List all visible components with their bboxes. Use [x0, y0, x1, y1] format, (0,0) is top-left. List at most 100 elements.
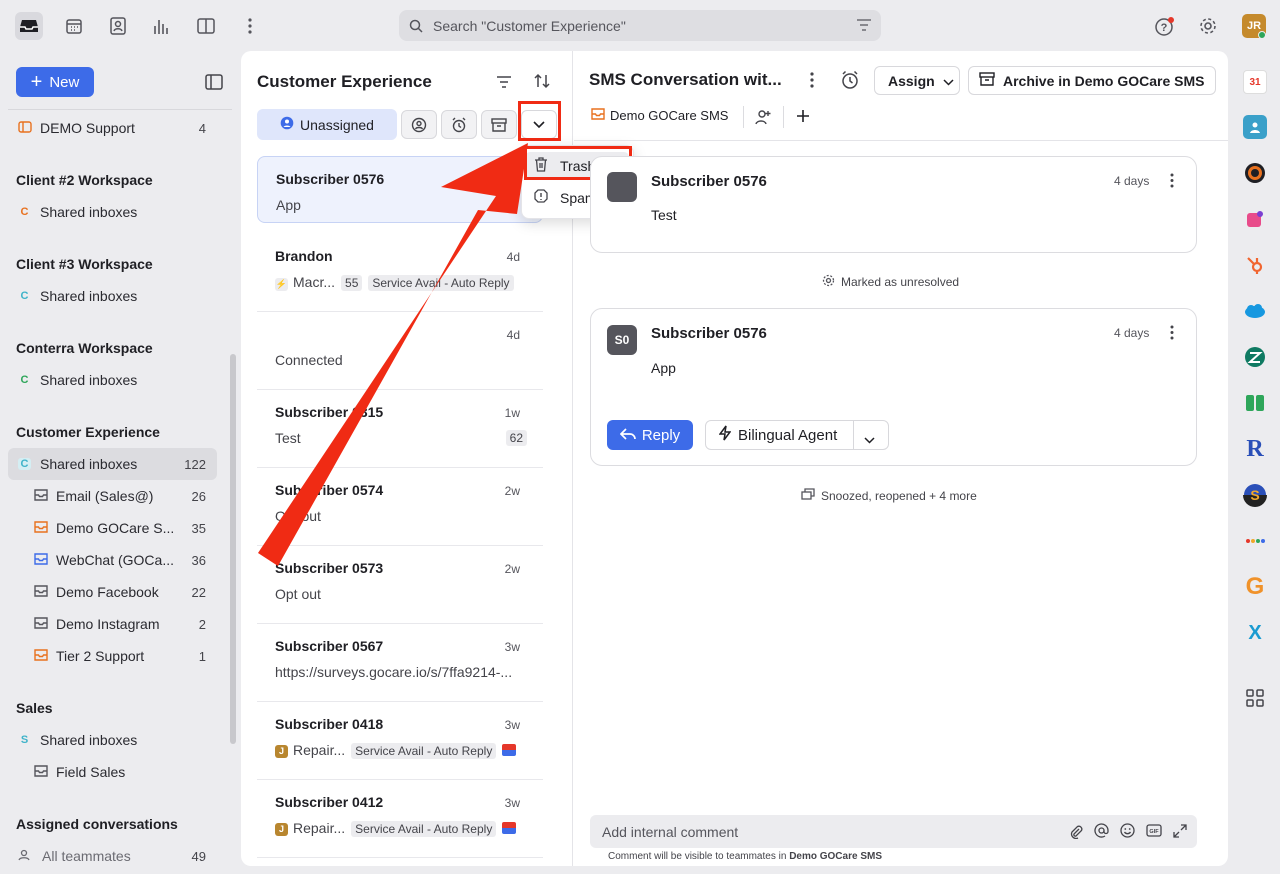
event-snoozed[interactable]: Snoozed, reopened + 4 more [801, 488, 977, 503]
message-more-icon[interactable] [1170, 173, 1174, 191]
sort-icon[interactable] [534, 73, 550, 92]
app-pink-icon[interactable] [1243, 207, 1267, 231]
sidebar-item-inbox[interactable]: Demo GOCare S... 35 [8, 512, 217, 544]
search-filter-icon[interactable] [856, 18, 872, 35]
bilingual-agent-button[interactable]: Bilingual Agent [706, 421, 853, 449]
svg-text:GIF: GIF [1149, 829, 1159, 835]
calendar-icon[interactable] [60, 12, 88, 40]
app-grid-icon[interactable] [1243, 686, 1267, 710]
sidebar-scrollbar[interactable] [230, 354, 236, 744]
assigned-heading: Assigned conversations [16, 816, 178, 832]
assign-button[interactable]: Assign [874, 66, 960, 95]
inbox-tray-color-icon [502, 822, 517, 834]
conversation-time: 3w [504, 796, 520, 810]
sidebar-item-inbox[interactable]: WebChat (GOCa... 36 [8, 544, 217, 576]
tab-snoozed[interactable] [441, 110, 477, 139]
conversation-name: Subscriber 0412 [275, 794, 384, 810]
sidebar-item-shared-inboxes-active[interactable]: C Shared inboxes 122 [8, 448, 217, 480]
conversation-list-item[interactable]: Subscriber 0567 3w https://surveys.gocare.… [257, 624, 543, 702]
plus-icon: + [30, 70, 43, 93]
sidebar-item-field-sales[interactable]: Field Sales [8, 756, 217, 788]
sidebar-item-shared-inboxes[interactable]: S Shared inboxes [8, 724, 217, 756]
contact-card-icon[interactable] [1243, 115, 1267, 139]
inbox-icon[interactable] [15, 12, 43, 40]
inbox-chip[interactable]: Demo GOCare SMS [591, 108, 728, 123]
tab-assigned-to-me[interactable] [401, 110, 437, 139]
help-icon[interactable]: ? [1150, 12, 1178, 40]
g-app-icon[interactable]: G [1243, 573, 1267, 600]
gif-icon[interactable]: GIF [1146, 824, 1162, 840]
spam-shield-icon [534, 189, 548, 207]
conversation-list-item[interactable]: 4d Connected [257, 312, 543, 390]
conversation-time: 3w [504, 640, 520, 654]
sidebar-item-inbox[interactable]: Tier 2 Support 1 [8, 640, 217, 672]
hubspot-icon[interactable] [1243, 253, 1267, 277]
search-input[interactable]: Search "Customer Experience" [399, 10, 881, 41]
message-sender: Subscriber 0576 [651, 173, 767, 190]
message-sender: Subscriber 0576 [651, 325, 767, 342]
tab-unassigned[interactable]: Unassigned [257, 109, 397, 140]
inbox-tray-icon [18, 120, 32, 137]
expand-icon[interactable] [1173, 824, 1187, 841]
google-calendar-icon[interactable]: 31 [1243, 70, 1267, 94]
message-time: 4 days [1114, 174, 1150, 188]
sidebar-item-inbox[interactable]: Demo Instagram 2 [8, 608, 217, 640]
conversation-time: 4d [506, 328, 520, 342]
collapse-sidebar-icon[interactable] [205, 74, 223, 93]
conversation-time: 2w [504, 484, 520, 498]
inbox-label: Demo GOCare S... [56, 520, 175, 536]
conversation-list-item[interactable]: Subscriber 0573 2w Opt out [257, 546, 543, 624]
sidebar-item-shared-inboxes[interactable]: C Shared inboxes [8, 364, 217, 396]
add-tag-plus-icon[interactable] [796, 109, 810, 126]
contacts-icon[interactable] [104, 12, 132, 40]
conversation-more-icon[interactable] [810, 72, 814, 91]
sidebar-item-demo-support[interactable]: DEMO Support 4 [8, 112, 217, 144]
message-body: App [651, 360, 676, 376]
r-app-icon[interactable]: R [1243, 436, 1267, 462]
analytics-icon[interactable] [148, 12, 176, 40]
salesforce-cloud-icon[interactable] [1243, 299, 1267, 323]
message-more-icon[interactable] [1170, 325, 1174, 343]
new-button[interactable]: + New [16, 67, 94, 97]
sidebar-item-shared-inboxes[interactable]: C Shared inboxes [8, 280, 217, 312]
sidebar-item-inbox[interactable]: Demo Facebook 22 [8, 576, 217, 608]
conversation-preview: Test 62 [275, 430, 527, 446]
s-app-icon[interactable]: S [1243, 483, 1267, 507]
tab-archived[interactable] [481, 110, 517, 139]
auto-reply-tag: Service Avail - Auto Reply [351, 821, 497, 837]
sidebar-item-shared-inboxes[interactable]: C Shared inboxes [8, 196, 217, 228]
archive-button[interactable]: Archive in Demo GOCare SMS [968, 66, 1216, 95]
conversation-list-item[interactable]: Subscriber 0576 App [257, 156, 543, 223]
agent-dropdown-chevron-icon[interactable] [864, 431, 875, 447]
target-logo-icon[interactable] [1243, 161, 1267, 185]
zendesk-icon[interactable] [1243, 345, 1267, 369]
workspace-badge: S [20, 734, 29, 746]
split-view-icon[interactable] [192, 12, 220, 40]
reply-button[interactable]: Reply [607, 420, 693, 450]
filter-icon[interactable] [496, 75, 512, 92]
svg-text:?: ? [1161, 22, 1168, 34]
conversation-list-item[interactable]: Brandon 4d ⚡ Macr... 55 Service Avail - Auto … [257, 234, 543, 312]
sidebar-item-inbox[interactable]: Email (Sales@) 26 [8, 480, 217, 512]
conversation-list-item[interactable]: Subscriber 0315 1w Test 62 [257, 390, 543, 468]
conversation-list-item[interactable]: Subscriber 0418 3w J Repair... Service Avail… [257, 702, 543, 780]
conversation-list-item[interactable]: Subscriber 0574 2w Opt out [257, 468, 543, 546]
conversation-preview: Connected [275, 352, 343, 368]
add-participant-icon[interactable] [755, 109, 771, 128]
snooze-alarm-icon[interactable] [840, 70, 860, 93]
conversation-list-item[interactable]: Subscriber 0412 3w J Repair... Service Avail… [257, 780, 543, 858]
mention-at-icon[interactable] [1094, 823, 1109, 841]
search-placeholder: Search "Customer Experience" [433, 17, 626, 34]
attach-paperclip-icon[interactable] [1069, 824, 1083, 842]
settings-gear-icon[interactable] [1194, 12, 1222, 40]
header-divider [783, 106, 784, 128]
conversation-name: Subscriber 0574 [275, 482, 384, 498]
green-book-icon[interactable] [1243, 391, 1267, 415]
inbox-label: Demo Facebook [56, 584, 159, 600]
lightning-icon [718, 425, 732, 445]
dots-app-icon[interactable] [1243, 529, 1267, 553]
more-menu-icon[interactable] [236, 12, 264, 40]
emoji-icon[interactable] [1120, 823, 1135, 841]
sidebar-item-all-teammates[interactable]: All teammates 49 [8, 840, 217, 872]
x-app-icon[interactable]: X [1243, 621, 1267, 645]
